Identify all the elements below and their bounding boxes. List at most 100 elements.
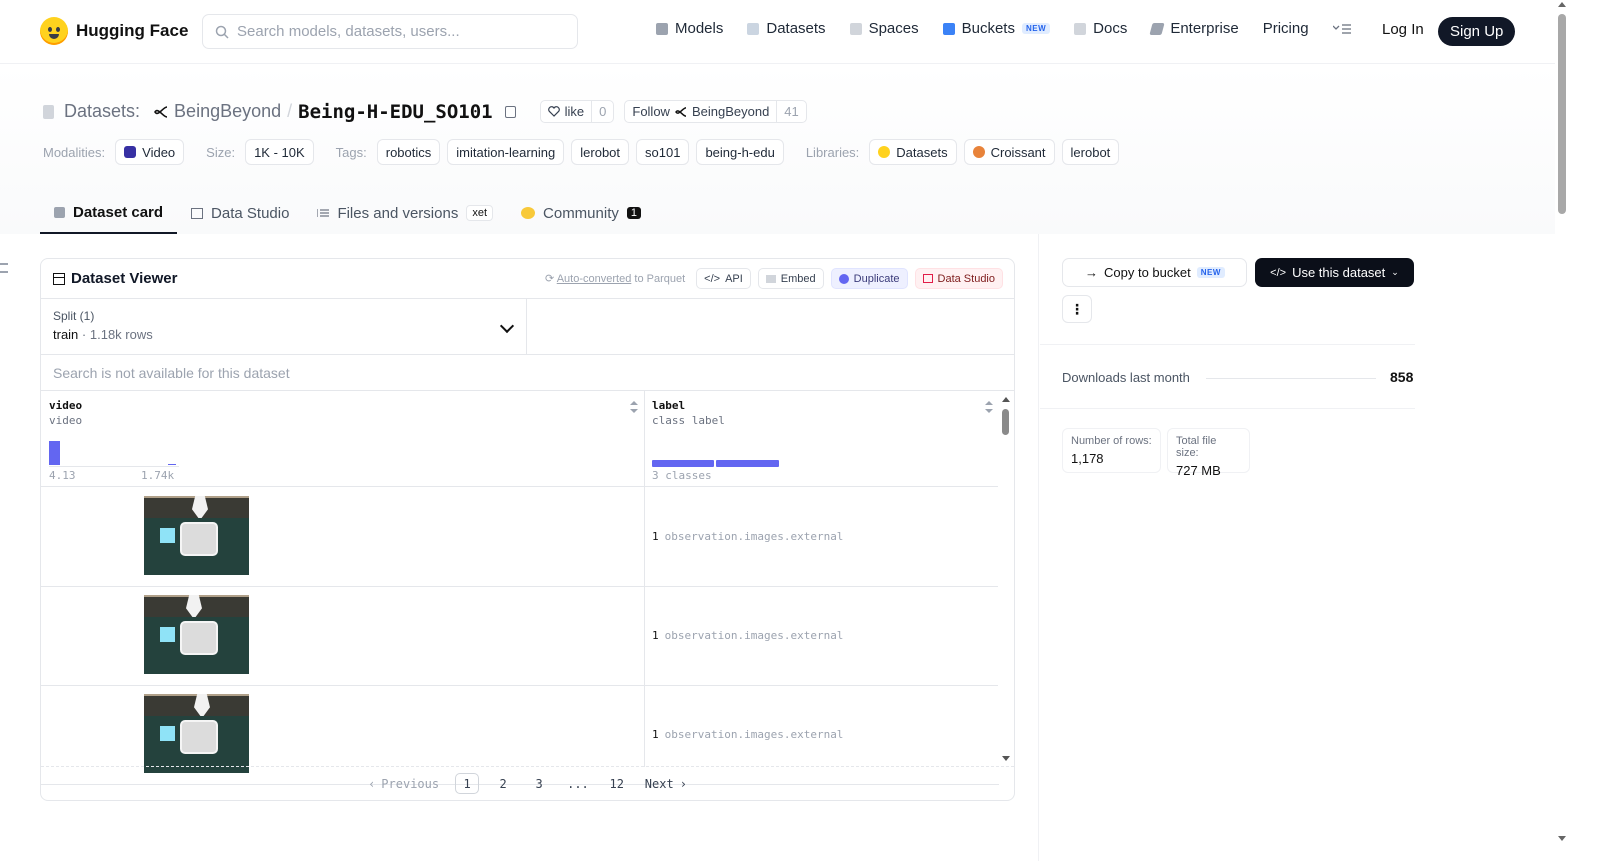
histogram-bar[interactable] [168,464,176,465]
column-name: label [652,399,686,412]
tag-lerobot[interactable]: lerobot [571,139,630,165]
video-thumbnail[interactable] [144,694,249,773]
next-page-button[interactable]: Next › [641,773,691,794]
class-bar[interactable] [652,460,714,467]
duplicate-button[interactable]: Duplicate [830,268,908,289]
repo-tabs: Dataset card Data Studio Files and versi… [40,192,655,234]
breadcrumb: Datasets: BeingBeyond / Being-H-EDU_SO10… [43,100,807,123]
column-header-label[interactable]: label class label 3 classes [644,391,999,487]
search-box[interactable] [202,14,578,49]
class-bar[interactable] [716,460,779,467]
libraries-label: Libraries: [805,144,860,160]
repo-name[interactable]: Being-H-EDU_SO101 [298,101,492,123]
copy-to-bucket-button[interactable]: → Copy to bucket NEW [1062,258,1247,287]
histogram-bar[interactable] [49,441,60,465]
page-button[interactable]: 2 [491,773,515,794]
tag-robotics[interactable]: robotics [376,139,441,165]
dataset-icon [43,104,54,119]
repo-type-label[interactable]: Datasets: [64,101,140,122]
cube-icon [54,206,65,218]
label-cell: 1 observation.images.external [652,728,843,741]
login-link[interactable]: Log In [1382,21,1424,38]
hugging-face-icon [878,146,891,158]
nav-models[interactable]: Models [656,20,723,37]
search-input[interactable] [237,23,557,40]
scroll-down-icon[interactable] [1002,756,1010,761]
tab-data-studio[interactable]: Data Studio [177,192,303,234]
tag-video[interactable]: Video [115,139,185,165]
scroll-up-icon[interactable] [1002,397,1010,402]
new-badge: NEW [1021,23,1051,34]
sort-icon[interactable] [985,401,993,413]
column-header-video[interactable]: video video 4.13 1.74k [41,391,644,487]
nav-enterprise[interactable]: Enterprise [1149,20,1239,37]
table-row[interactable]: 1 observation.images.external [41,587,999,686]
page-button[interactable]: 12 [605,773,629,794]
tag-imitation-learning[interactable]: imitation-learning [447,139,565,165]
embed-button[interactable]: Embed [757,268,824,289]
more-options-button[interactable]: ⋮ [1062,295,1092,323]
library-croissant[interactable]: Croissant [963,139,1055,165]
duplicate-label: Duplicate [853,272,900,285]
page-scroll-thumb[interactable] [1558,14,1566,214]
like-button[interactable]: like 0 [539,100,615,123]
scroll-thumb[interactable] [1002,409,1009,435]
split-selector[interactable]: Split (1) train · 1.18k rows [41,299,527,354]
page-button[interactable]: 1 [455,773,480,794]
api-button[interactable]: </> API [696,268,751,289]
nav-datasets[interactable]: Datasets [747,20,826,37]
video-thumbnail[interactable] [144,595,249,674]
use-this-dataset-button[interactable]: </> Use this dataset ⌄ [1255,258,1414,287]
community-count: 1 [626,207,641,219]
scroll-down-icon[interactable] [1558,836,1566,841]
previous-label: Previous [381,776,440,791]
histogram-min: 4.13 [49,469,76,482]
search-icon [215,25,229,39]
library-lerobot[interactable]: lerobot [1061,139,1120,165]
auto-converted-link[interactable]: Auto-converted [557,273,632,285]
sort-icon[interactable] [630,401,638,413]
column-divider [644,391,645,767]
table-scrollbar[interactable] [998,391,1014,767]
histogram-baseline [49,466,179,467]
copy-icon[interactable] [504,105,516,118]
divider [1040,408,1415,409]
signup-button[interactable]: Sign Up [1438,17,1516,46]
tag-size[interactable]: 1K - 10K [245,139,314,165]
previous-page-button[interactable]: ‹ Previous [364,773,443,794]
sidebar-toggle-icon[interactable] [0,263,8,273]
tag-being-h-edu[interactable]: being-h-edu [696,139,784,165]
data-studio-button[interactable]: Data Studio [914,268,1003,289]
files-icon [317,209,330,217]
nav-docs[interactable]: Docs [1074,20,1127,37]
tab-dataset-card[interactable]: Dataset card [40,192,178,234]
label-number: 1 [652,530,659,543]
table-row[interactable]: 1 observation.images.external [41,488,999,587]
library-croissant-label: Croissant [990,144,1046,160]
follow-owner: BeingBeyond [691,104,770,119]
duplicate-icon [838,273,849,284]
video-thumbnail[interactable] [144,496,249,575]
tab-files-and-versions[interactable]: Files and versions xet [303,192,507,234]
more-menu[interactable] [1332,23,1351,34]
nav-pricing[interactable]: Pricing [1263,20,1309,37]
library-datasets[interactable]: Datasets [869,139,957,165]
nav-pricing-label: Pricing [1262,20,1309,37]
page-scrollbar[interactable] [1555,0,1569,861]
label-number: 1 [652,629,659,642]
brand-logo[interactable]: Hugging Face [40,17,188,45]
page-button[interactable]: 3 [527,773,551,794]
split-value: train · 1.18k rows [53,327,153,342]
kebab-icon: ⋮ [1070,300,1084,317]
follow-button[interactable]: Follow BeingBeyond 41 [624,100,807,123]
nav-spaces[interactable]: Spaces [849,20,919,37]
modalities-label: Modalities: [43,144,106,160]
tab-community[interactable]: Community 1 [507,192,655,234]
nav-buckets[interactable]: Buckets NEW [942,20,1051,37]
tag-so101[interactable]: so101 [636,139,690,165]
repo-owner[interactable]: BeingBeyond [174,101,281,122]
scroll-up-icon[interactable] [1558,2,1566,7]
stat-size-label: Total file size: [1176,435,1217,459]
downloads-label: Downloads last month [1062,370,1190,385]
table-icon [53,272,65,285]
